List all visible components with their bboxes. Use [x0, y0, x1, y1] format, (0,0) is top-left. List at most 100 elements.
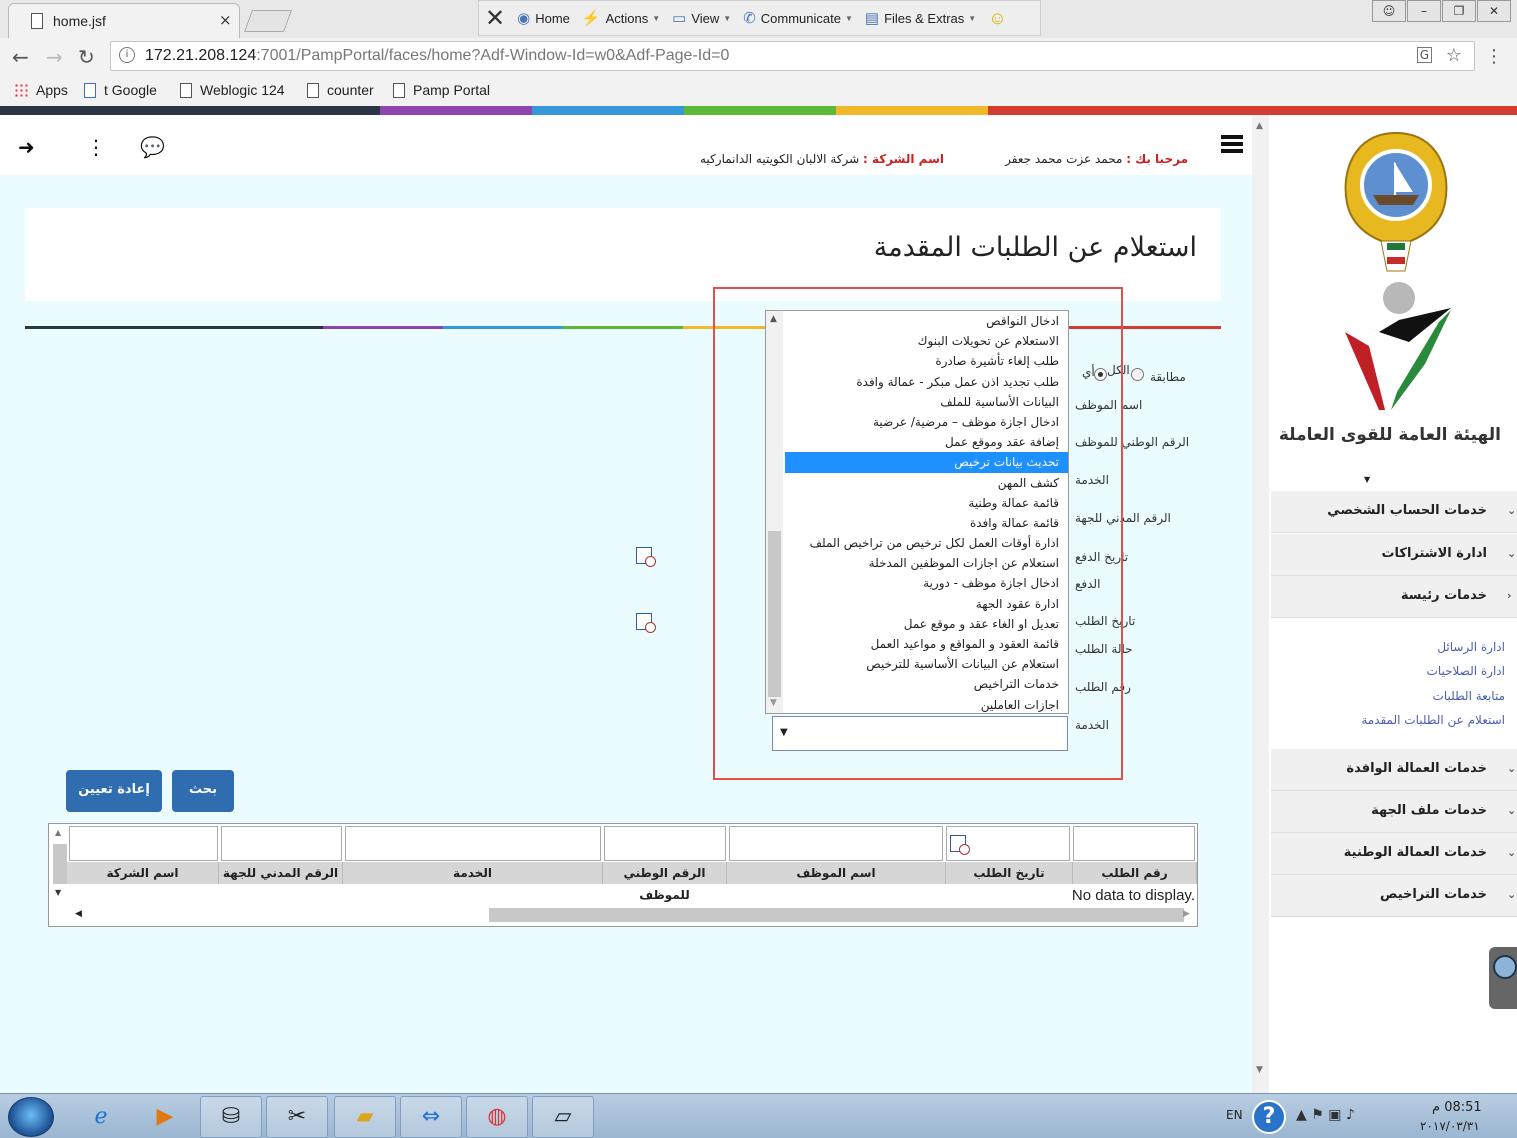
sidebar-section-national-labor[interactable]: خدمات العمالة الوطنية ⌄: [1271, 833, 1517, 875]
close-icon[interactable]: ✕: [485, 4, 505, 33]
service-option[interactable]: الاستعلام عن تحويلات البنوك: [785, 331, 1068, 351]
scrollbar-thumb[interactable]: [768, 531, 781, 697]
service-option[interactable]: ادارة أوقات العمل لكل ترخيص من تراخيص ال…: [785, 533, 1068, 553]
table-vscroll-thumb[interactable]: [53, 844, 67, 884]
bookmark-weblogic[interactable]: Weblogic 124: [180, 82, 285, 98]
service-option[interactable]: استعلام عن اجازات الموظفين المدخلة: [785, 553, 1068, 573]
service-listbox[interactable]: ▲ ▼ ادخال النواقص الاستعلام عن تحويلات ال…: [765, 310, 1069, 714]
clock-time[interactable]: 08:51 م: [1432, 1100, 1482, 1115]
sidebar-section-main[interactable]: خدمات رئيسة ‹: [1271, 576, 1517, 618]
scroll-down-icon[interactable]: ▼: [1256, 1065, 1263, 1075]
col-employee-national-id[interactable]: الرقم الوطني للموظف: [603, 862, 727, 902]
filter-request-date[interactable]: [946, 826, 1070, 861]
search-button[interactable]: بحث: [172, 770, 234, 812]
user-icon[interactable]: ☺: [1372, 0, 1406, 22]
service-option[interactable]: قائمة عمالة وطنية: [785, 493, 1068, 513]
language-indicator[interactable]: EN: [1226, 1108, 1243, 1122]
table-hscroll-thumb[interactable]: [489, 908, 1184, 922]
listbox-scrollbar[interactable]: ▲ ▼: [766, 311, 783, 713]
scroll-right-icon[interactable]: ▶: [1183, 909, 1190, 919]
col-civil-id[interactable]: الرقم المدني للجهة: [219, 862, 343, 884]
forward-icon[interactable]: →: [46, 45, 63, 69]
service-option[interactable]: تحديث بيانات ترخيص: [785, 452, 1068, 473]
scroll-left-icon[interactable]: ◀: [75, 909, 82, 919]
maximize-icon[interactable]: ❐: [1442, 0, 1476, 22]
sidebar-section-entity-file[interactable]: خدمات ملف الجهة ⌄: [1271, 791, 1517, 833]
service-option[interactable]: طلب تجديد اذن عمل مبكر - عمالة وافدة: [785, 372, 1068, 392]
service-option[interactable]: إضافة عقد وموقع عمل: [785, 432, 1068, 452]
bookmark-apps[interactable]: Apps: [14, 82, 68, 98]
system-tray[interactable]: ▲ ⚑ ▣ ♪: [1296, 1107, 1355, 1123]
filter-civil-id[interactable]: [221, 826, 342, 861]
toolbar-home[interactable]: ◉ Home: [517, 9, 570, 27]
col-company-name[interactable]: اسم الشركة: [67, 862, 219, 884]
more-vertical-icon[interactable]: ⋮: [86, 135, 106, 159]
service-option[interactable]: ادخال اجازة موظف – مرضية/ عرضية: [785, 412, 1068, 432]
calendar-icon[interactable]: [950, 835, 970, 855]
toolbar-files[interactable]: ▤ Files & Extras ▼: [865, 9, 976, 27]
bookmark-google[interactable]: t Google: [84, 82, 157, 98]
logout-icon[interactable]: ➜: [18, 135, 35, 159]
start-button[interactable]: [8, 1097, 54, 1137]
reload-icon[interactable]: ↻: [78, 45, 95, 69]
sidebar-link-messages[interactable]: ادارة الرسائل: [1437, 640, 1505, 654]
toolbar-actions[interactable]: ⚡ Actions ▼: [582, 9, 660, 27]
sidebar-section-licenses[interactable]: خدمات التراخيص ⌄: [1271, 875, 1517, 917]
hamburger-menu-icon[interactable]: [1221, 135, 1243, 153]
chrome-icon[interactable]: ◍: [466, 1096, 528, 1138]
service-option[interactable]: كشف المهن: [785, 473, 1068, 493]
info-icon[interactable]: i: [119, 47, 135, 63]
browser-menu-icon[interactable]: ⋮: [1485, 46, 1503, 67]
star-icon[interactable]: ☆: [1446, 45, 1462, 66]
sidebar-link-permissions[interactable]: ادارة الصلاحيات: [1427, 664, 1505, 678]
filter-company-name[interactable]: [69, 826, 218, 861]
scroll-up-icon[interactable]: ▲: [55, 828, 61, 837]
tab-close-icon[interactable]: ×: [219, 11, 232, 29]
service-select[interactable]: ▼: [772, 716, 1068, 751]
service-option[interactable]: ادخال اجازة موظف - دورية: [785, 573, 1068, 593]
new-tab-button[interactable]: [243, 10, 293, 32]
col-service[interactable]: الخدمة: [343, 862, 603, 884]
toolbar-communicate[interactable]: ✆ Communicate ▼: [743, 9, 853, 27]
notepad-icon[interactable]: ▱: [532, 1096, 594, 1138]
db-app-icon[interactable]: ⛁: [200, 1096, 262, 1138]
service-option[interactable]: قائمة عمالة وافدة: [785, 513, 1068, 533]
filter-employee-name[interactable]: [729, 826, 943, 861]
service-option[interactable]: اجازات العاملين: [785, 695, 1068, 713]
scroll-up-icon[interactable]: ▲: [770, 314, 777, 324]
back-icon[interactable]: ←: [12, 45, 29, 69]
scroll-down-icon[interactable]: ▼: [770, 698, 777, 708]
clock-date[interactable]: ٢٠١٧/٠٣/٣١: [1420, 1119, 1480, 1133]
sidebar-link-track-requests[interactable]: متابعة الطلبات: [1433, 689, 1505, 703]
match-all-radio[interactable]: [1131, 368, 1144, 381]
translate-icon[interactable]: G: [1416, 47, 1432, 63]
service-option[interactable]: ادخال النواقص: [785, 311, 1068, 331]
toolbar-view[interactable]: ▭ View ▼: [672, 9, 731, 27]
media-player-icon[interactable]: ▶: [134, 1096, 196, 1138]
page-scrollbar[interactable]: ▲ ▼: [1252, 115, 1269, 1093]
teamviewer-icon[interactable]: ⇔: [400, 1096, 462, 1138]
service-option[interactable]: البيانات الأساسية للملف: [785, 392, 1068, 412]
service-option[interactable]: تعديل او الغاء عقد و موقع عمل: [785, 614, 1068, 634]
sidebar-section-personal[interactable]: خدمات الحساب الشخصي ⌄: [1271, 491, 1517, 533]
filter-employee-national-id[interactable]: [604, 826, 726, 861]
service-option[interactable]: ادارة عقود الجهة: [785, 594, 1068, 614]
sidebar-section-subscriptions[interactable]: ادارة الاشتراكات ⌄: [1271, 534, 1517, 576]
col-request-date[interactable]: تاريخ الطلب: [946, 862, 1073, 884]
bookmark-pamp-portal[interactable]: Pamp Portal: [393, 82, 490, 98]
service-option[interactable]: خدمات التراخيص: [785, 674, 1068, 694]
col-employee-name[interactable]: اسم الموظف: [727, 862, 946, 884]
service-option[interactable]: طلب إلغاء تأشيرة صادرة: [785, 351, 1068, 371]
help-icon[interactable]: ?: [1252, 1100, 1286, 1134]
filter-service[interactable]: [345, 826, 601, 861]
sidebar-link-inquiry[interactable]: استعلام عن الطلبات المقدمة: [1361, 713, 1505, 727]
calendar-icon[interactable]: [636, 547, 656, 567]
sidebar-section-expat-labor[interactable]: خدمات العمالة الوافدة ⌄: [1271, 749, 1517, 791]
dropdown-arrow-icon[interactable]: ▼: [780, 727, 788, 738]
bookmark-counter[interactable]: counter: [307, 82, 374, 98]
browser-tab[interactable]: home.jsf ×: [8, 3, 240, 38]
window-close-icon[interactable]: ✕: [1477, 0, 1511, 22]
scroll-down-icon[interactable]: ▼: [55, 888, 61, 897]
folder-icon[interactable]: ▰: [334, 1096, 396, 1138]
service-option[interactable]: قائمة العقود و المواقع و مواعيد العمل: [785, 634, 1068, 654]
